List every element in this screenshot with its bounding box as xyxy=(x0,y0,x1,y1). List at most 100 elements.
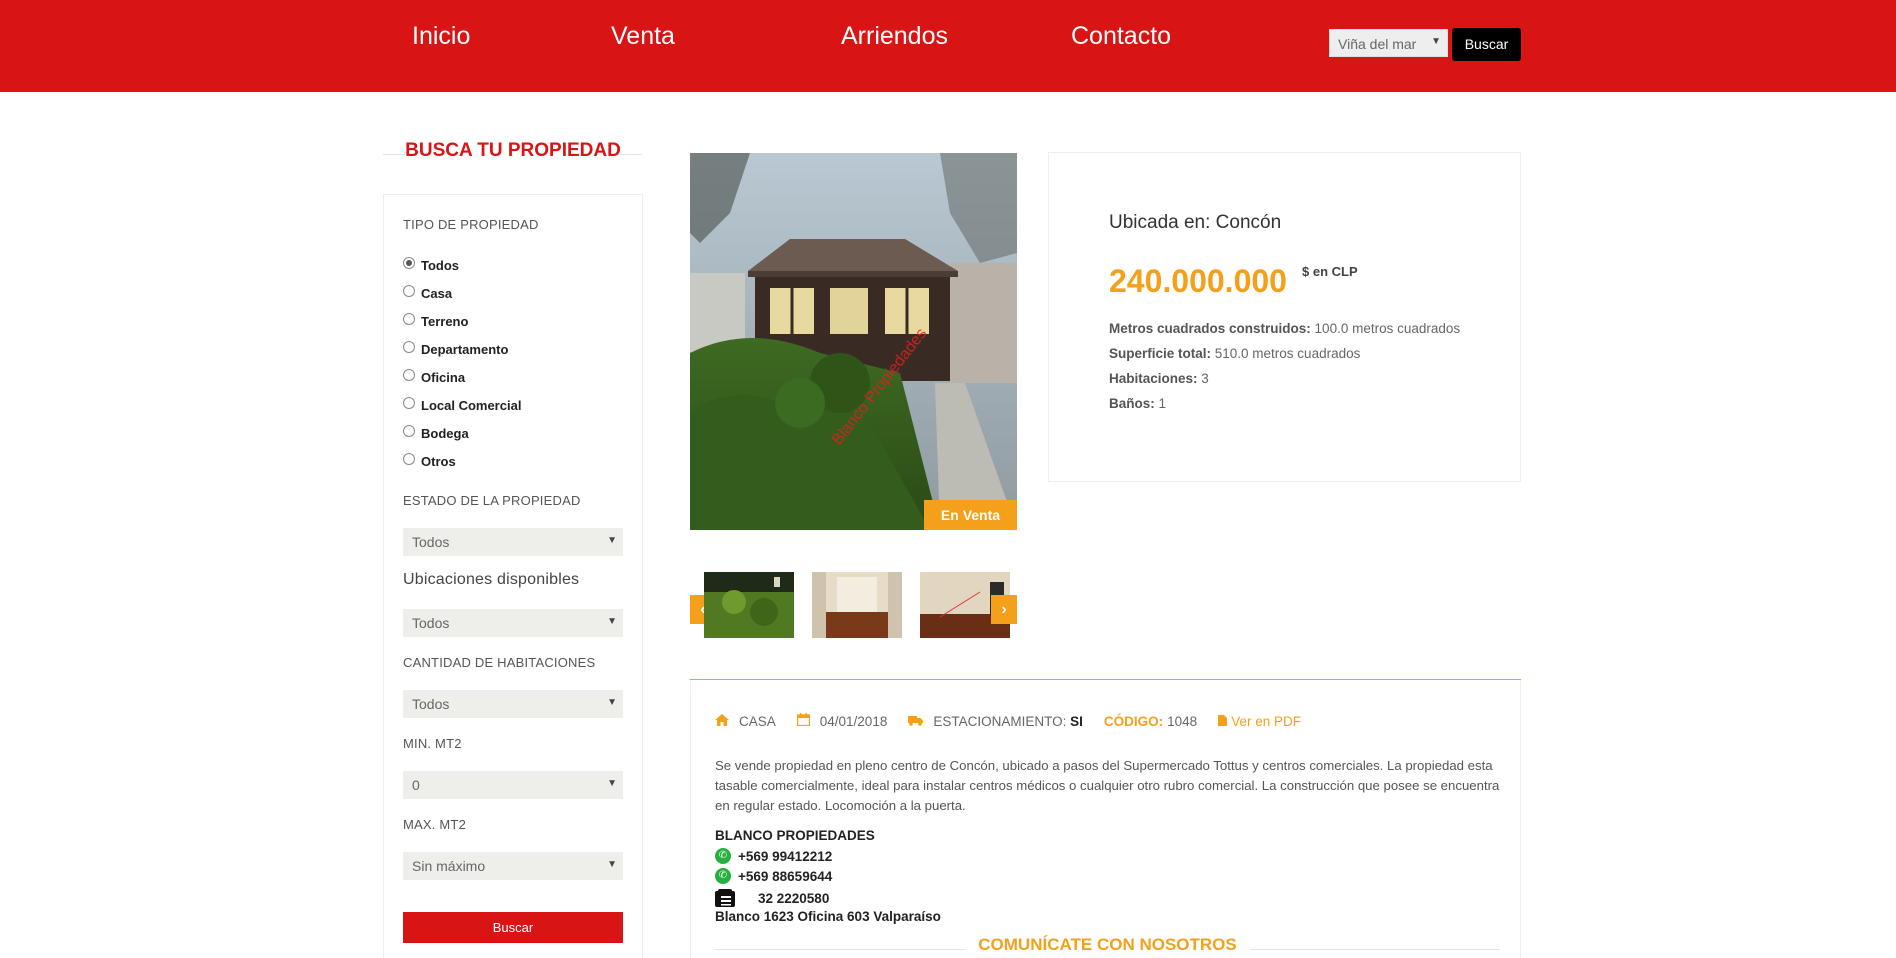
spec-value: 510.0 metros cuadrados xyxy=(1211,346,1361,361)
property-type-option[interactable]: Todos xyxy=(403,256,459,273)
telephone-icon xyxy=(715,889,735,907)
city-select[interactable]: Viña del mar ▼ xyxy=(1329,29,1448,57)
max-mt2-label: MAX. MT2 xyxy=(403,817,466,832)
property-type-option[interactable]: Casa xyxy=(403,284,453,301)
radio-button[interactable] xyxy=(403,368,415,381)
min-mt2-label: MIN. MT2 xyxy=(403,736,462,751)
spec-value: 100.0 metros cuadrados xyxy=(1310,321,1461,336)
radio-button[interactable] xyxy=(403,396,415,409)
view-pdf-link[interactable]: Ver en PDF xyxy=(1218,714,1301,729)
company-name: BLANCO PROPIEDADES xyxy=(715,828,875,843)
locations-label: Ubicaciones disponibles xyxy=(403,571,580,588)
whatsapp-contact-2[interactable]: ✆ +569 88659644 xyxy=(715,868,832,884)
max-mt2-value: Sin máximo xyxy=(412,858,486,874)
property-type-option[interactable]: Otros xyxy=(403,452,456,469)
property-spec: Superficie total: 510.0 metros cuadrados xyxy=(1109,346,1360,361)
nav-arriendos[interactable]: Arriendos xyxy=(841,22,948,51)
contact-heading: COMUNÍCATE CON NOSOTROS xyxy=(978,935,1237,954)
property-type-label: Departamento xyxy=(421,342,509,357)
meta-code-label: CÓDIGO: xyxy=(1103,713,1164,729)
meta-parking-value: SI xyxy=(1070,713,1083,729)
meta-type: CASA xyxy=(715,713,776,729)
radio-button[interactable] xyxy=(403,312,415,325)
sale-status-badge: En Venta xyxy=(924,500,1017,530)
nav-venta[interactable]: Venta xyxy=(611,22,675,51)
radio-button[interactable] xyxy=(403,256,415,269)
company-address: Blanco 1623 Oficina 603 Valparaíso xyxy=(715,909,941,924)
calendar-icon xyxy=(796,713,810,729)
chevron-down-icon: ▼ xyxy=(607,697,617,708)
meta-date: 04/01/2018 xyxy=(796,713,888,729)
radio-button[interactable] xyxy=(403,424,415,437)
property-type-label: Local Comercial xyxy=(421,398,522,413)
max-mt2-select[interactable]: Sin máximo ▼ xyxy=(403,852,623,880)
meta-date-value: 04/01/2018 xyxy=(819,713,888,729)
property-status-value: Todos xyxy=(412,534,450,550)
house-photo-illustration: Blanco Propiedades xyxy=(690,153,1017,530)
locations-select[interactable]: Todos ▼ xyxy=(403,609,623,637)
truck-icon xyxy=(908,714,924,729)
thumbnail-2[interactable] xyxy=(812,572,902,638)
whatsapp-number-1: +569 99412212 xyxy=(738,848,833,864)
rooms-value: Todos xyxy=(412,696,450,712)
property-description: Se vende propiedad en pleno centro de Co… xyxy=(715,758,1500,813)
file-icon xyxy=(1218,714,1228,729)
meta-code-value: 1048 xyxy=(1167,713,1198,729)
property-type-option[interactable]: Local Comercial xyxy=(403,396,522,413)
meta-type-value: CASA xyxy=(739,713,776,729)
property-status-select[interactable]: Todos ▼ xyxy=(403,528,623,556)
meta-parking-label: ESTACIONAMIENTO: xyxy=(933,713,1067,729)
thumbnail-1[interactable] xyxy=(704,572,794,638)
thumbnail-garden-image xyxy=(704,572,794,638)
landline-contact[interactable]: 32 2220580 xyxy=(715,889,829,907)
thumb-next-button[interactable]: › xyxy=(991,595,1017,624)
spec-value: 3 xyxy=(1197,371,1209,386)
nav-contacto[interactable]: Contacto xyxy=(1071,22,1171,51)
property-type-option[interactable]: Terreno xyxy=(403,312,468,329)
header-search-button[interactable]: Buscar xyxy=(1452,28,1521,61)
spec-label: Baños: xyxy=(1109,396,1155,411)
view-pdf-label: Ver en PDF xyxy=(1231,713,1301,729)
sidebar-title: BUSCA TU PROPIEDAD xyxy=(405,140,621,161)
min-mt2-select[interactable]: 0 ▼ xyxy=(403,771,623,799)
property-type-label: Otros xyxy=(421,454,456,469)
property-status-label: ESTADO DE LA PROPIEDAD xyxy=(403,493,581,508)
chevron-down-icon: ▼ xyxy=(607,535,617,546)
whatsapp-contact-1[interactable]: ✆ +569 99412212 xyxy=(715,848,832,864)
radio-button[interactable] xyxy=(403,452,415,465)
landline-number: 32 2220580 xyxy=(758,890,830,906)
nav-inicio[interactable]: Inicio xyxy=(412,22,470,51)
meta-code: CÓDIGO: 1048 xyxy=(1104,714,1197,729)
property-spec: Metros cuadrados construidos: 100.0 metr… xyxy=(1109,321,1460,336)
whatsapp-icon: ✆ xyxy=(715,868,731,884)
property-price: 240.000.000 xyxy=(1109,263,1287,299)
property-type-label: Bodega xyxy=(421,426,469,441)
chevron-down-icon: ▼ xyxy=(607,778,617,789)
chevron-down-icon: ▼ xyxy=(607,859,617,870)
property-type-label: TIPO DE PROPIEDAD xyxy=(403,217,539,232)
property-main-photo[interactable]: Blanco Propiedades xyxy=(690,153,1017,530)
rooms-label: CANTIDAD DE HABITACIONES xyxy=(403,655,596,670)
sidebar-search-button[interactable]: Buscar xyxy=(403,912,623,943)
meta-parking: ESTACIONAMIENTO: SI xyxy=(908,714,1083,729)
home-icon xyxy=(715,713,729,729)
chevron-down-icon: ▼ xyxy=(607,616,617,627)
radio-button[interactable] xyxy=(403,284,415,297)
property-spec: Baños: 1 xyxy=(1109,396,1166,411)
min-mt2-value: 0 xyxy=(412,777,420,793)
property-type-label: Casa xyxy=(421,286,453,301)
whatsapp-number-2: +569 88659644 xyxy=(738,868,833,884)
rooms-select[interactable]: Todos ▼ xyxy=(403,690,623,718)
top-navbar xyxy=(0,0,1896,92)
property-type-option[interactable]: Departamento xyxy=(403,340,509,357)
whatsapp-icon: ✆ xyxy=(715,848,731,864)
radio-button[interactable] xyxy=(403,340,415,353)
spec-label: Superficie total: xyxy=(1109,346,1212,361)
property-type-option[interactable]: Bodega xyxy=(403,424,469,441)
thumbnail-interior-image xyxy=(812,572,902,638)
property-type-option[interactable]: Oficina xyxy=(403,368,466,385)
property-meta-row: CASA 04/01/2018 ESTACIONAMIENTO: SI CÓDI… xyxy=(715,713,1322,729)
property-type-label: Oficina xyxy=(421,370,466,385)
price-currency: $ en CLP xyxy=(1302,264,1358,279)
chevron-down-icon: ▼ xyxy=(1431,36,1441,47)
